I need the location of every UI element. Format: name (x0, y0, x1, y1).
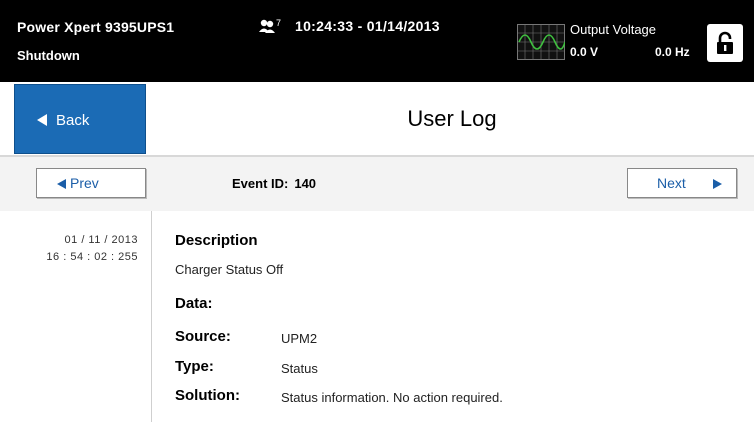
lock-button[interactable] (707, 24, 743, 62)
next-button-label: Next (657, 175, 686, 191)
source-value: UPM2 (281, 331, 318, 346)
event-id-value: 140 (294, 176, 317, 191)
source-label: Source: (175, 328, 231, 345)
solution-value: Status information. No action required. (281, 390, 503, 405)
type-value: Status (281, 361, 318, 376)
type-label: Type: (175, 358, 214, 375)
next-arrow-icon (713, 179, 722, 189)
output-frequency-value: 0.0 Hz (655, 45, 690, 59)
data-label: Data: (175, 295, 213, 312)
device-name: Power Xpert 9395UPS1 (17, 19, 175, 35)
output-voltage-title: Output Voltage (570, 22, 657, 37)
output-voltage-value: 0.0 V (570, 45, 599, 59)
status-bar: Power Xpert 9395UPS1 Shutdown 7 10:24:33… (0, 0, 754, 82)
back-button[interactable]: Back (14, 84, 146, 154)
page-title: User Log (407, 106, 497, 131)
next-button[interactable]: Next (627, 168, 737, 198)
prev-button[interactable]: Prev (36, 168, 146, 198)
back-arrow-icon (37, 114, 47, 126)
prev-arrow-icon (57, 179, 66, 189)
clock: 10:24:33 - 01/14/2013 (295, 18, 440, 34)
event-id: Event ID: 140 (232, 176, 316, 191)
users-count-badge: 7 (276, 18, 281, 28)
device-status: Shutdown (17, 48, 80, 63)
event-time: 16 : 54 : 02 : 255 (46, 251, 138, 263)
event-timestamp-panel: 01 / 11 / 2013 16 : 54 : 02 : 255 (0, 211, 152, 422)
output-waveform-icon (517, 24, 566, 60)
event-navigation: Prev Event ID: 140 Next (0, 157, 754, 211)
event-date: 01 / 11 / 2013 (64, 234, 138, 246)
users-icon[interactable]: 7 (258, 18, 286, 38)
prev-button-label: Prev (70, 175, 99, 191)
back-button-label: Back (56, 112, 90, 129)
unlocked-padlock-icon (717, 31, 733, 54)
event-id-label: Event ID: (232, 176, 289, 191)
solution-label: Solution: (175, 387, 240, 404)
description-label: Description (175, 232, 258, 249)
description-text: Charger Status Off (175, 262, 284, 277)
